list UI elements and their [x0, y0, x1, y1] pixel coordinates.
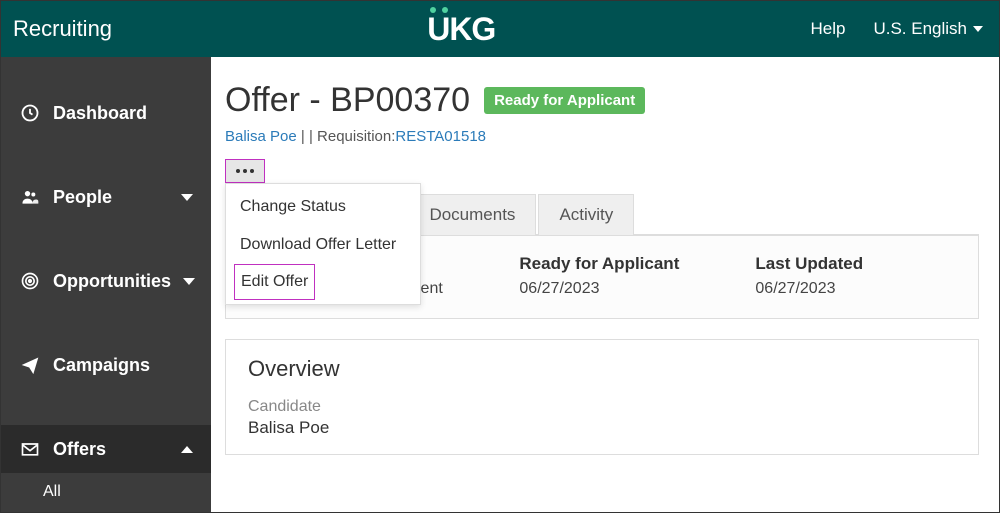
- candidate-label: Candidate: [248, 398, 956, 416]
- sidebar-item-people[interactable]: People: [1, 173, 211, 221]
- chevron-down-icon: [183, 278, 195, 285]
- menu-item-download-letter[interactable]: Download Offer Letter: [226, 226, 420, 264]
- requisition-link[interactable]: RESTA01518: [395, 128, 486, 145]
- sidebar-subitem-all[interactable]: All: [1, 473, 211, 511]
- language-selector[interactable]: U.S. English: [873, 19, 983, 39]
- language-label: U.S. English: [873, 19, 967, 39]
- people-icon: [19, 186, 41, 208]
- sidebar-item-label: Dashboard: [53, 103, 193, 124]
- chevron-down-icon: [181, 194, 193, 201]
- target-icon: [19, 270, 41, 292]
- sidebar-item-label: People: [53, 187, 169, 208]
- sidebar-item-label: Campaigns: [53, 355, 193, 376]
- sidebar-item-opportunities[interactable]: Opportunities: [1, 257, 211, 305]
- overview-title: Overview: [248, 356, 956, 382]
- help-link[interactable]: Help: [810, 19, 845, 39]
- sidebar-item-dashboard[interactable]: Dashboard: [1, 89, 211, 137]
- ready-value: 06/27/2023: [519, 280, 755, 298]
- actions-dropdown: Change Status Download Offer Letter Edit…: [225, 183, 421, 305]
- ukg-logo: UKG: [427, 13, 495, 45]
- menu-item-change-status[interactable]: Change Status: [226, 188, 420, 226]
- menu-item-edit-offer[interactable]: Edit Offer: [234, 264, 315, 300]
- breadcrumb: Balisa Poe | | Requisition:RESTA01518: [225, 128, 979, 145]
- paper-plane-icon: [19, 354, 41, 376]
- ready-label: Ready for Applicant: [519, 254, 755, 274]
- clock-icon: [19, 102, 41, 124]
- top-bar: Recruiting UKG Help U.S. English: [1, 1, 999, 57]
- sidebar-item-label: Opportunities: [53, 271, 171, 292]
- sidebar-item-campaigns[interactable]: Campaigns: [1, 341, 211, 389]
- envelope-icon: [19, 438, 41, 460]
- tab-documents[interactable]: Documents: [408, 194, 536, 235]
- overview-panel: Overview Candidate Balisa Poe: [225, 339, 979, 455]
- updated-value: 06/27/2023: [755, 280, 956, 298]
- chevron-up-icon: [181, 446, 193, 453]
- app-title: Recruiting: [13, 16, 112, 42]
- sidebar-item-offers[interactable]: Offers: [1, 425, 211, 473]
- page-title: Offer - BP00370: [225, 81, 470, 120]
- more-actions-button[interactable]: [225, 159, 265, 183]
- status-badge: Ready for Applicant: [484, 87, 645, 114]
- logo-wrap: UKG: [112, 13, 810, 45]
- sidebar-item-label: Offers: [53, 439, 169, 460]
- candidate-value: Balisa Poe: [248, 418, 956, 438]
- caret-down-icon: [973, 26, 983, 32]
- candidate-link[interactable]: Balisa Poe: [225, 128, 297, 145]
- main-content: Offer - BP00370 Ready for Applicant Bali…: [211, 57, 999, 512]
- sidebar: Dashboard People Opportunities Campaigns: [1, 57, 211, 512]
- updated-label: Last Updated: [755, 254, 956, 274]
- tab-activity[interactable]: Activity: [538, 194, 634, 235]
